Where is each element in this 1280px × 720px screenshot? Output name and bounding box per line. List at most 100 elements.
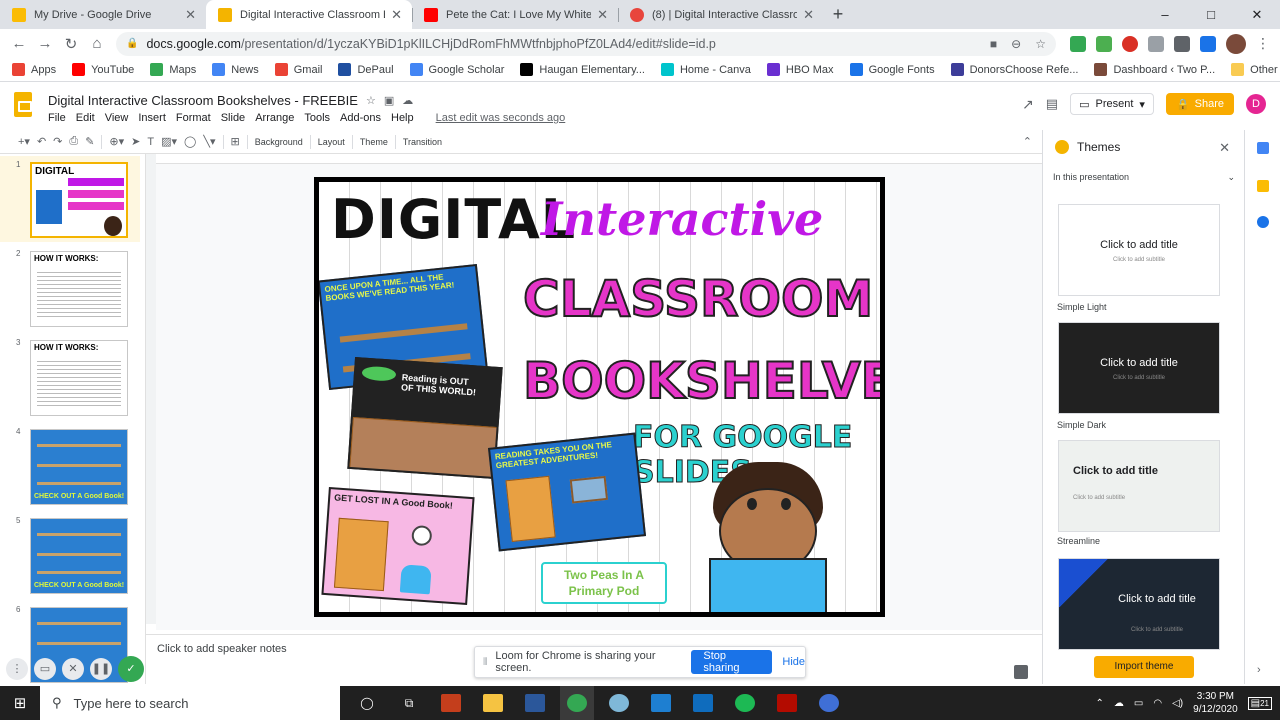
bookmark-google-fonts[interactable]: Google Fonts bbox=[849, 63, 935, 76]
spotify-icon[interactable] bbox=[728, 686, 762, 720]
finish-recording-icon[interactable]: ✓ bbox=[118, 656, 144, 682]
tab-canva[interactable]: (8) | Digital Interactive Classroom ✕ bbox=[618, 0, 824, 29]
chevron-down-icon[interactable]: ▾ bbox=[1139, 98, 1145, 111]
app-icon[interactable] bbox=[602, 686, 636, 720]
camera-icon[interactable]: ■ bbox=[990, 37, 997, 51]
puzzle-icon[interactable] bbox=[1174, 35, 1190, 52]
photos-icon[interactable] bbox=[644, 686, 678, 720]
home-icon[interactable]: ⌂ bbox=[84, 35, 110, 52]
back-icon[interactable]: ← bbox=[6, 35, 32, 52]
menu-slide[interactable]: Slide bbox=[221, 112, 245, 124]
recording-menu-icon[interactable]: ⋮ bbox=[6, 658, 28, 680]
tab-slides[interactable]: Digital Interactive Classroom Boo ✕ bbox=[206, 0, 412, 29]
tab-youtube[interactable]: Pete the Cat: I Love My White Sh ✕ bbox=[412, 0, 618, 29]
bookshelf-card-lost[interactable]: GET LOST IN A Good Book! bbox=[321, 487, 475, 605]
star-icon[interactable]: ☆ bbox=[366, 94, 376, 107]
extension-icon[interactable] bbox=[1096, 35, 1112, 52]
theme-card-simple-dark[interactable]: Click to add title Click to add subtitle bbox=[1058, 322, 1220, 414]
menu-tools[interactable]: Tools bbox=[304, 112, 330, 124]
image-icon[interactable]: ▨▾ bbox=[161, 135, 177, 148]
slide-title-classroom[interactable]: CLASSROOM bbox=[522, 269, 874, 329]
tasks-icon[interactable] bbox=[1257, 216, 1269, 228]
textbox-icon[interactable]: T bbox=[147, 136, 154, 148]
bookmark-scholar[interactable]: Google Scholar bbox=[409, 63, 504, 76]
address-bar[interactable]: 🔒 docs.google.com /presentation/d/1yczaK… bbox=[116, 31, 1056, 56]
slide-title-interactive[interactable]: Interactive bbox=[541, 192, 823, 246]
collapse-toolbar-icon[interactable]: ⌃ bbox=[1023, 135, 1032, 148]
close-window-button[interactable]: ✕ bbox=[1234, 0, 1280, 29]
task-view-icon[interactable]: ⧉ bbox=[392, 686, 426, 720]
keep-icon[interactable] bbox=[1257, 180, 1269, 192]
calendar-icon[interactable] bbox=[1257, 142, 1269, 154]
print-icon[interactable]: ⎙ bbox=[69, 135, 78, 148]
extension-icon[interactable] bbox=[1122, 35, 1138, 52]
slide-thumbnail-3[interactable]: 3 HOW IT WORKS: bbox=[0, 334, 140, 420]
theme-card-focus[interactable]: Click to add title Click to add subtitle bbox=[1058, 558, 1220, 650]
stop-sharing-button[interactable]: Stop sharing bbox=[691, 650, 773, 674]
bookmark-dashboard[interactable]: Dashboard ‹ Two P... bbox=[1094, 63, 1215, 76]
hide-button[interactable]: Hide bbox=[782, 656, 805, 668]
zoom-icon[interactable]: ⊕▾ bbox=[109, 135, 124, 148]
star-icon[interactable]: ☆ bbox=[1035, 37, 1046, 51]
theme-button[interactable]: Theme bbox=[360, 137, 388, 147]
last-edit-link[interactable]: Last edit was seconds ago bbox=[436, 112, 566, 124]
layout-button[interactable]: Layout bbox=[318, 137, 345, 147]
share-button[interactable]: 🔒 Share bbox=[1165, 93, 1234, 115]
menu-dots-icon[interactable]: ⋮ bbox=[1256, 35, 1270, 52]
close-tab-icon[interactable]: ✕ bbox=[803, 7, 814, 23]
comments-icon[interactable]: ▤ bbox=[1046, 96, 1058, 112]
close-tab-icon[interactable]: ✕ bbox=[597, 7, 608, 23]
bookmark-maps[interactable]: Maps bbox=[150, 63, 196, 76]
line-icon[interactable]: ╲▾ bbox=[203, 135, 215, 148]
tray-expand-icon[interactable]: ⌃ bbox=[1096, 698, 1104, 709]
cortana-icon[interactable]: ◯ bbox=[350, 686, 384, 720]
move-folder-icon[interactable]: ▣ bbox=[384, 94, 394, 107]
close-icon[interactable]: ✕ bbox=[1219, 140, 1230, 156]
bookmark-hbomax[interactable]: HBO Max bbox=[766, 63, 834, 76]
powerpoint-icon[interactable] bbox=[434, 686, 468, 720]
forward-icon[interactable]: → bbox=[32, 35, 58, 52]
bookshelf-card-space[interactable]: Reading is OUT OF THIS WORLD! bbox=[347, 356, 503, 480]
extension-icon[interactable] bbox=[1148, 35, 1164, 52]
paint-format-icon[interactable]: ✎ bbox=[85, 135, 94, 148]
explore-icon[interactable] bbox=[1014, 665, 1028, 679]
slide-thumbnail-1[interactable]: 1 DIGITAL bbox=[0, 156, 140, 242]
other-bookmarks[interactable]: Other bookmarks bbox=[1231, 63, 1280, 76]
comment-add-icon[interactable]: ⊞ bbox=[231, 135, 240, 148]
extension-icon[interactable] bbox=[1200, 35, 1216, 52]
maximize-button[interactable]: □ bbox=[1188, 0, 1234, 29]
cancel-recording-icon[interactable]: ✕ bbox=[62, 658, 84, 680]
new-tab-button[interactable]: + bbox=[824, 0, 852, 29]
extension-icon[interactable] bbox=[1070, 35, 1086, 52]
new-slide-icon[interactable]: +▾ bbox=[18, 135, 30, 148]
pause-icon[interactable]: ❚❚ bbox=[90, 658, 112, 680]
transition-button[interactable]: Transition bbox=[403, 137, 442, 147]
camera-toggle-icon[interactable]: ▭ bbox=[34, 658, 56, 680]
bookmark-donorschoose[interactable]: DonorsChoose Refe... bbox=[950, 63, 1078, 76]
reload-icon[interactable]: ↻ bbox=[58, 35, 84, 53]
menu-format[interactable]: Format bbox=[176, 112, 211, 124]
slide-thumbnail-2[interactable]: 2 HOW IT WORKS: bbox=[0, 245, 140, 331]
slide-thumbnail-4[interactable]: 4 CHECK OUT A Good Book! bbox=[0, 423, 140, 509]
windows-start-icon[interactable]: ⊞ bbox=[0, 694, 40, 712]
bookmark-haugan[interactable]: Haugan Elementary... bbox=[520, 63, 645, 76]
redo-icon[interactable]: ↷ bbox=[53, 135, 62, 148]
onedrive-icon[interactable]: ☁ bbox=[1114, 698, 1124, 709]
bookshelf-card-adventure[interactable]: READING TAKES YOU ON THE GREATEST ADVENT… bbox=[487, 432, 647, 552]
close-tab-icon[interactable]: ✕ bbox=[185, 7, 196, 23]
shape-icon[interactable]: ◯ bbox=[184, 135, 196, 148]
chevron-right-icon[interactable]: › bbox=[1257, 664, 1269, 676]
bookmark-apps[interactable]: Apps bbox=[12, 63, 56, 76]
user-avatar[interactable]: D bbox=[1246, 94, 1266, 114]
battery-icon[interactable]: ▭ bbox=[1134, 698, 1143, 709]
slide-title-bookshelves[interactable]: BOOKSHELVES bbox=[522, 351, 880, 411]
menu-arrange[interactable]: Arrange bbox=[255, 112, 294, 124]
word-icon[interactable] bbox=[518, 686, 552, 720]
slide-thumbnail-5[interactable]: 5 CHECK OUT A Good Book! bbox=[0, 512, 140, 598]
chrome-icon[interactable] bbox=[560, 686, 594, 720]
menu-help[interactable]: Help bbox=[391, 112, 414, 124]
close-tab-icon[interactable]: ✕ bbox=[391, 7, 402, 23]
wifi-icon[interactable]: ◠ bbox=[1153, 698, 1162, 709]
outlook-icon[interactable] bbox=[686, 686, 720, 720]
app-icon[interactable] bbox=[812, 686, 846, 720]
